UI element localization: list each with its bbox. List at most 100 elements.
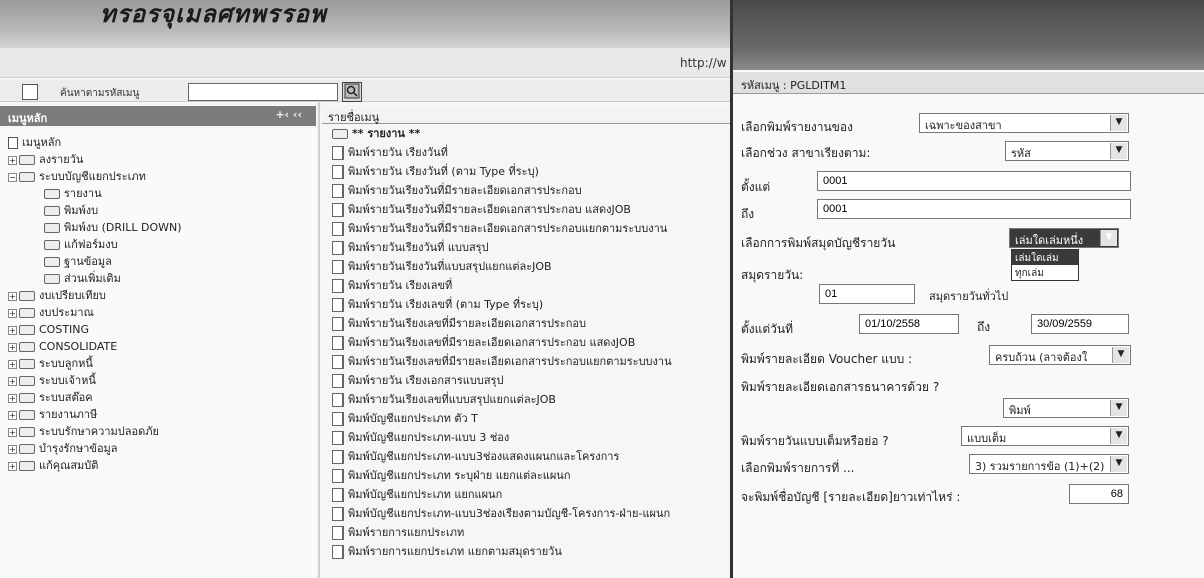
journal-option-all[interactable]: ทุกเล่ม [1012,265,1078,280]
menu-list-item[interactable]: พิมพ์รายการแยกประเภท [322,523,730,542]
collapse-icon[interactable]: − [8,172,17,182]
document-icon [332,412,344,426]
menu-list-item[interactable]: พิมพ์รายการแยกประเภท แยกตามสมุดรายวัน [322,542,730,561]
menu-list-item[interactable]: พิมพ์บัญชีแยกประเภท แยกแผนก [322,485,730,504]
banner-title: ทรอรจุเมลศทพรรอพ [100,0,327,28]
expand-icon[interactable]: + [8,325,17,335]
tree-item[interactable]: + ระบบเจ้าหนี้ [0,372,316,389]
sort-branch-select[interactable]: รหัส ▼ [1005,141,1129,161]
panel-divider[interactable] [318,102,320,578]
menu-list-item[interactable]: พิมพ์รายวันเรียงเลขที่แบบสรุปแยกแต่ละJOB [322,390,730,409]
menu-list-item[interactable]: พิมพ์บัญชีแยกประเภท-แบบ3ช่องแสดงแผนกและโ… [322,447,730,466]
menu-list-item[interactable]: พิมพ์รายวันเรียงเลขที่มีรายละเอียดเอกสาร… [322,333,730,352]
expand-icon[interactable]: + [8,410,17,420]
menu-item-label: พิมพ์บัญชีแยกประเภท ระบุฝ่าย แยกแต่ละแผน… [348,469,571,482]
tree-item[interactable]: พิมพ์งบ [0,202,316,219]
print-report-of-label: เลือกพิมพ์รายงานของ [741,120,853,134]
tree-item[interactable]: พิมพ์งบ (DRILL DOWN) [0,219,316,236]
tree-item[interactable]: ฐานข้อมูล [0,253,316,270]
main-menu-header: เมนูหลัก +‹ ‹‹ [0,106,316,126]
tree-item[interactable]: รายงาน [0,185,316,202]
document-icon [332,526,344,540]
tree-item[interactable]: ส่วนเพิ่มเติม [0,270,316,287]
menu-list-item[interactable]: พิมพ์รายวันเรียงวันที่ แบบสรุป [322,238,730,257]
expand-icon[interactable]: + [8,393,17,403]
bank-doc-select[interactable]: พิมพ์ ▼ [1003,398,1129,418]
menu-list-item[interactable]: ** รายงาน ** [322,124,730,143]
menu-list-item[interactable]: พิมพ์รายวันเรียงวันที่มีรายละเอียดเอกสาร… [322,200,730,219]
collapse-icons[interactable]: +‹ ‹‹ [275,108,302,121]
tree-item[interactable]: + ระบบรักษาความปลอดภัย [0,423,316,440]
document-icon [332,279,344,293]
folder-icon [19,393,35,403]
menu-item-label: พิมพ์รายวันเรียงวันที่แบบสรุปแยกแต่ละJOB [348,260,552,273]
expand-icon[interactable]: + [8,291,17,301]
branch-to-input[interactable] [817,199,1131,219]
menu-list-item[interactable]: พิมพ์รายวันเรียงเลขที่มีรายละเอียดเอกสาร… [322,352,730,371]
item-select[interactable]: 3) รวมรายการข้อ (1)+(2) ▼ [969,454,1129,474]
menu-list-item[interactable]: พิมพ์บัญชีแยกประเภท ระบุฝ่าย แยกแต่ละแผน… [322,466,730,485]
chevron-down-icon: ▼ [1110,456,1127,472]
tree-item[interactable]: เมนูหลัก [0,134,316,151]
menu-list-item[interactable]: พิมพ์รายวันเรียงเลขที่มีรายละเอียดเอกสาร… [322,314,730,333]
menu-list-item[interactable]: พิมพ์รายวัน เรียงวันที่ [322,143,730,162]
menu-list-item[interactable]: พิมพ์รายวัน เรียงเลขที่ [322,276,730,295]
tree-item[interactable]: + CONSOLIDATE [0,338,316,355]
menu-list-item[interactable]: พิมพ์บัญชีแยกประเภท ตัว T [322,409,730,428]
search-toggle-checkbox[interactable] [22,84,38,100]
menu-tree: เมนูหลัก + ลงรายวัน − ระบบบัญชีแยกประเภท รายง… [0,128,316,578]
voucher-value: ครบถ้วน (ลาจต้องใ [995,351,1088,364]
menu-item-label: พิมพ์บัญชีแยกประเภท-แบบ 3 ช่อง [348,431,510,444]
journal-code-input[interactable] [819,284,915,304]
branch-from-input[interactable] [817,171,1131,191]
folder-icon [44,189,60,199]
date-from-input[interactable] [859,314,959,334]
tree-item[interactable]: + ลงรายวัน [0,151,316,168]
expand-icon[interactable]: + [8,359,17,369]
date-to-input[interactable] [1031,314,1129,334]
voucher-select[interactable]: ครบถ้วน (ลาจต้องใ ▼ [989,345,1131,365]
tree-item[interactable]: + COSTING [0,321,316,338]
menu-list-item[interactable]: พิมพ์รายวัน เรียงวันที่ (ตาม Type ที่ระบ… [322,162,730,181]
menu-list-item[interactable]: พิมพ์บัญชีแยกประเภท-แบบ3ช่องเรียงตามบัญช… [322,504,730,523]
expand-icon[interactable]: + [8,461,17,471]
expand-icon[interactable]: + [8,427,17,437]
expand-icon[interactable]: + [8,155,17,165]
menu-list-item[interactable]: พิมพ์รายวันเรียงวันที่มีรายละเอียดเอกสาร… [322,219,730,238]
tree-item[interactable]: + งบประมาณ [0,304,316,321]
menu-list-item[interactable]: พิมพ์รายวันเรียงวันที่มีรายละเอียดเอกสาร… [322,181,730,200]
menu-list-item[interactable]: พิมพ์บัญชีแยกประเภท-แบบ 3 ช่อง [322,428,730,447]
print-report-of-select[interactable]: เฉพาะของสาขา ▼ [919,113,1129,133]
tree-item[interactable]: + บำรุงรักษาข้อมูล [0,440,316,457]
folder-icon [19,325,35,335]
journal-option-one[interactable]: เล่มใดเล่มหนึ่ง [1012,250,1078,279]
expand-icon[interactable]: + [8,376,17,386]
tree-item[interactable]: − ระบบบัญชีแยกประเภท [0,168,316,185]
tree-item[interactable]: + ระบบลูกหนี้ [0,355,316,372]
address-bar [0,48,740,78]
full-format-select[interactable]: แบบเต็ม ▼ [961,426,1129,446]
tree-item[interactable]: + แก้คุณสมบัติ [0,457,316,474]
menu-list-item[interactable]: พิมพ์รายวันเรียงวันที่แบบสรุปแยกแต่ละJOB [322,257,730,276]
expand-icon[interactable]: + [8,308,17,318]
account-length-input[interactable] [1069,484,1129,504]
tree-item[interactable]: + งบเปรียบเทียบ [0,287,316,304]
journal-label: สมุดรายวัน: [741,268,804,282]
menu-item-label: พิมพ์รายการแยกประเภท แยกตามสมุดรายวัน [348,545,562,558]
tree-item[interactable]: + ระบบสต๊อค [0,389,316,406]
menu-item-label: พิมพ์รายการแยกประเภท [348,526,465,539]
menu-item-label: พิมพ์บัญชีแยกประเภท-แบบ3ช่องเรียงตามบัญช… [348,507,671,520]
journal-print-select[interactable]: เล่มใดเล่มหนึ่ง ▼ [1009,228,1119,248]
document-icon [332,336,344,350]
menu-item-label: พิมพ์รายวันเรียงวันที่มีรายละเอียดเอกสาร… [348,184,582,197]
search-button[interactable] [342,82,362,102]
menu-code-bar: รหัสเมนู : PGLDITM1 [733,72,1204,94]
expand-icon[interactable]: + [8,342,17,352]
tree-item[interactable]: + รายงานภาษี [0,406,316,423]
menu-list-item[interactable]: พิมพ์รายวัน เรียงเลขที่ (ตาม Type ที่ระบ… [322,295,730,314]
tree-item-label: ลงรายวัน [39,153,84,166]
expand-icon[interactable]: + [8,444,17,454]
tree-item[interactable]: แก้ฟอร์มงบ [0,236,316,253]
menu-list-item[interactable]: พิมพ์รายวัน เรียงเอกสารแบบสรุป [322,371,730,390]
menu-code-search-input[interactable] [188,83,338,101]
